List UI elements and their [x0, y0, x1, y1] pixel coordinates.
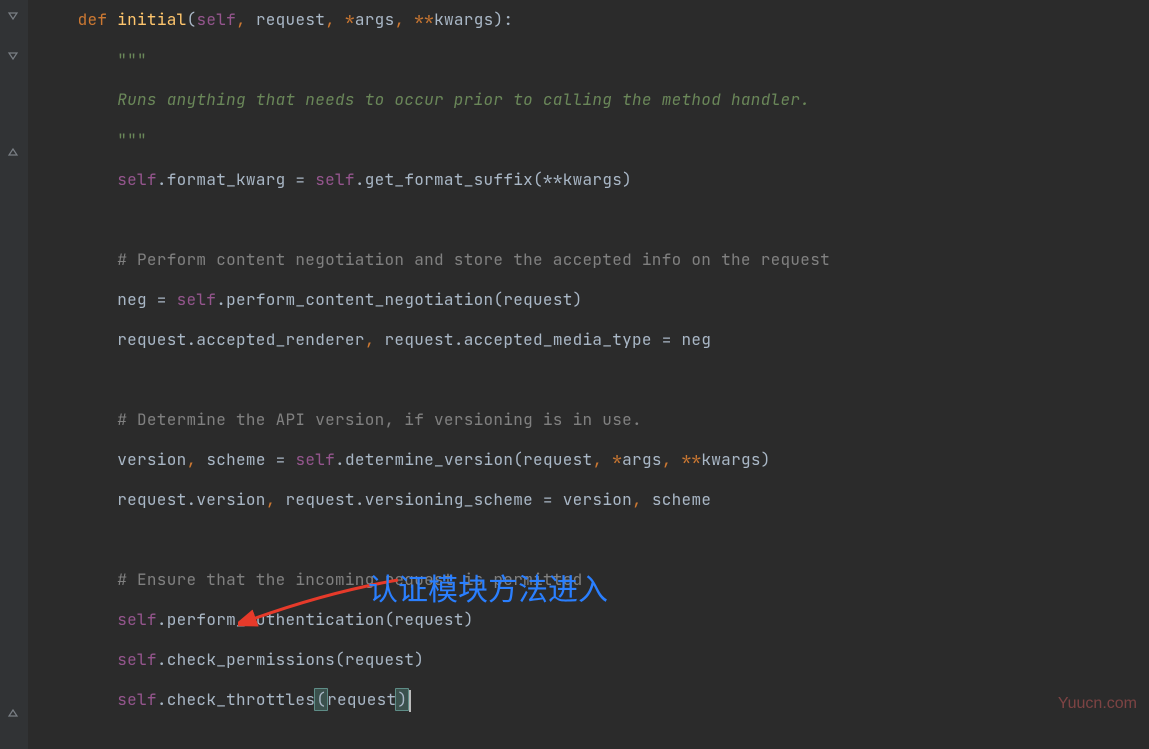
docstring-open: """: [117, 49, 147, 70]
function-name: initial: [117, 9, 186, 30]
fold-collapse-icon[interactable]: [6, 145, 20, 159]
fold-expand-icon[interactable]: [6, 50, 20, 64]
gutter: [0, 0, 28, 749]
comment: # Perform content negotiation and store …: [117, 249, 830, 270]
comment: # Determine the API version, if versioni…: [117, 409, 642, 430]
self-token: self: [196, 9, 236, 30]
keyword-def: def: [78, 9, 118, 30]
code-editor[interactable]: def initial(self, request, *args, **kwar…: [0, 0, 1149, 749]
fold-expand-icon[interactable]: [6, 10, 20, 24]
fold-collapse-icon[interactable]: [6, 706, 20, 720]
source-code[interactable]: def initial(self, request, *args, **kwar…: [28, 0, 1149, 720]
text-caret: [409, 690, 411, 712]
matched-paren-close: ): [395, 688, 409, 711]
docstring-close: """: [117, 129, 147, 150]
code-area[interactable]: def initial(self, request, *args, **kwar…: [28, 0, 1149, 749]
comment: # Ensure that the incoming request is pe…: [117, 569, 582, 590]
docstring-text: Runs anything that needs to occur prior …: [117, 89, 810, 110]
